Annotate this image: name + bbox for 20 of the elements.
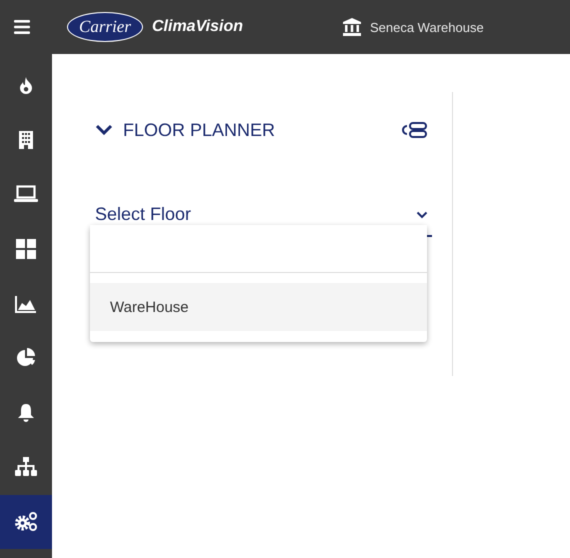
grid-icon — [16, 239, 36, 260]
building-icon — [18, 130, 34, 150]
caret-icon — [416, 210, 428, 218]
laptop-icon — [14, 185, 38, 204]
flame-icon — [17, 76, 35, 94]
pie-chart-icon — [16, 348, 36, 368]
bell-icon — [17, 402, 35, 423]
building-icon — [342, 17, 362, 37]
floor-planner-header[interactable]: FLOOR PLANNER — [95, 120, 276, 140]
product-name: ClimaVision — [152, 18, 243, 36]
dropdown-option[interactable]: WareHouse — [90, 283, 427, 331]
sidebar-item[interactable] — [0, 494, 52, 550]
area-chart-icon — [15, 294, 37, 313]
hierarchy-icon — [15, 457, 37, 478]
search-field[interactable] — [90, 225, 427, 273]
chevron-icon — [95, 124, 113, 136]
layers-toggle-icon[interactable] — [401, 122, 427, 138]
site-name: Seneca Warehouse — [370, 20, 484, 34]
gears-icon — [14, 511, 38, 534]
brand-name: Carrier — [79, 17, 131, 37]
